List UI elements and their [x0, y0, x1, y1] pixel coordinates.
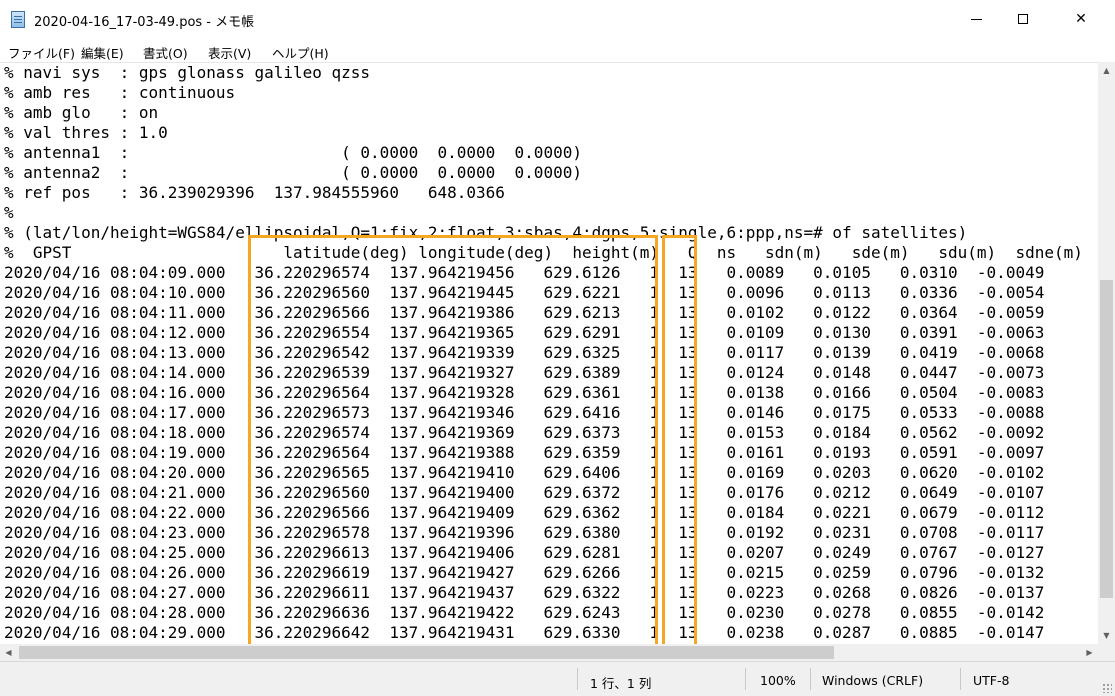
text-line: % val thres : 1.0 — [4, 123, 168, 142]
notepad-icon — [11, 11, 25, 28]
zoom-level: 100% — [760, 673, 796, 688]
scroll-down-icon[interactable]: ▼ — [1098, 627, 1115, 644]
status-divider — [745, 668, 746, 690]
cursor-position: 1 行、1 列 — [590, 676, 652, 691]
data-line: 2020/04/16 08:04:19.000 36.220296564 137… — [4, 443, 1045, 462]
text-line: % antenna2 : ( 0.0000 0.0000 0.0000) — [4, 163, 582, 182]
text-line: % (lat/lon/height=WGS84/ellipsoidal,Q=1:… — [4, 223, 968, 242]
minimize-button[interactable] — [953, 0, 999, 38]
data-line: 2020/04/16 08:04:20.000 36.220296565 137… — [4, 463, 1045, 482]
data-line: 2020/04/16 08:04:21.000 36.220296560 137… — [4, 483, 1045, 502]
data-line: 2020/04/16 08:04:10.000 36.220296560 137… — [4, 283, 1045, 302]
data-line: 2020/04/16 08:04:14.000 36.220296539 137… — [4, 363, 1045, 382]
menu-format[interactable]: 書式(O) — [143, 43, 188, 62]
text-line: % ref pos : 36.239029396 137.984555960 6… — [4, 183, 505, 202]
status-divider — [960, 668, 961, 690]
vertical-scrollbar[interactable]: ▲ ▼ — [1098, 62, 1115, 644]
text-line: % amb res : continuous — [4, 83, 236, 102]
scroll-left-icon[interactable]: ◀ — [0, 644, 17, 661]
data-line: 2020/04/16 08:04:16.000 36.220296564 137… — [4, 383, 1045, 402]
line-ending: Windows (CRLF) — [822, 673, 924, 688]
data-line: 2020/04/16 08:04:28.000 36.220296636 137… — [4, 603, 1045, 622]
text-line: % navi sys : gps glonass galileo qzss — [4, 63, 371, 82]
text-line: % — [4, 203, 14, 222]
column-header-line: % GPST latitude(deg) longitude(deg) heig… — [4, 243, 1083, 262]
data-line: 2020/04/16 08:04:29.000 36.220296642 137… — [4, 623, 1045, 642]
close-button[interactable]: ✕ — [1058, 0, 1104, 38]
data-line: 2020/04/16 08:04:18.000 36.220296574 137… — [4, 423, 1045, 442]
window-title: 2020-04-16_17-03-49.pos - メモ帳 — [34, 15, 255, 30]
status-divider — [810, 668, 811, 690]
status-divider — [577, 668, 578, 690]
data-line: 2020/04/16 08:04:23.000 36.220296578 137… — [4, 523, 1045, 542]
close-icon: ✕ — [1075, 11, 1087, 27]
maximize-button[interactable] — [1000, 0, 1046, 38]
data-line: 2020/04/16 08:04:27.000 36.220296611 137… — [4, 583, 1045, 602]
horizontal-scrollbar[interactable]: ◀ ▶ — [0, 644, 1098, 661]
menu-help[interactable]: ヘルプ(H) — [272, 43, 329, 62]
data-line: 2020/04/16 08:04:12.000 36.220296554 137… — [4, 323, 1045, 342]
scrollbar-corner — [1098, 644, 1115, 661]
text-editor[interactable]: % navi sys : gps glonass galileo qzss % … — [0, 62, 1098, 645]
data-line: 2020/04/16 08:04:26.000 36.220296619 137… — [4, 563, 1045, 582]
data-line: 2020/04/16 08:04:09.000 36.220296574 137… — [4, 263, 1045, 282]
scroll-up-icon[interactable]: ▲ — [1098, 62, 1115, 79]
data-line: 2020/04/16 08:04:13.000 36.220296542 137… — [4, 343, 1045, 362]
vertical-scroll-thumb[interactable] — [1100, 280, 1113, 598]
menu-view[interactable]: 表示(V) — [208, 43, 251, 62]
resize-grip-icon[interactable] — [1102, 683, 1112, 693]
horizontal-scroll-thumb[interactable] — [19, 646, 834, 659]
status-bar: 1 行、1 列 100% Windows (CRLF) UTF-8 — [0, 661, 1115, 696]
menu-bar: ファイル(F) 編集(E) 書式(O) 表示(V) ヘルプ(H) — [0, 40, 1115, 62]
title-bar[interactable]: 2020-04-16_17-03-49.pos - メモ帳 ✕ — [0, 0, 1115, 40]
encoding: UTF-8 — [973, 673, 1010, 688]
maximize-icon — [1018, 14, 1028, 24]
data-line: 2020/04/16 08:04:11.000 36.220296566 137… — [4, 303, 1045, 322]
scroll-right-icon[interactable]: ▶ — [1081, 644, 1098, 661]
data-line: 2020/04/16 08:04:25.000 36.220296613 137… — [4, 543, 1045, 562]
minimize-icon — [970, 18, 982, 20]
text-line: % antenna1 : ( 0.0000 0.0000 0.0000) — [4, 143, 582, 162]
data-line: 2020/04/16 08:04:22.000 36.220296566 137… — [4, 503, 1045, 522]
text-line: % amb glo : on — [4, 103, 159, 122]
menu-edit[interactable]: 編集(E) — [81, 43, 124, 62]
menu-file[interactable]: ファイル(F) — [8, 43, 75, 62]
data-line: 2020/04/16 08:04:17.000 36.220296573 137… — [4, 403, 1045, 422]
